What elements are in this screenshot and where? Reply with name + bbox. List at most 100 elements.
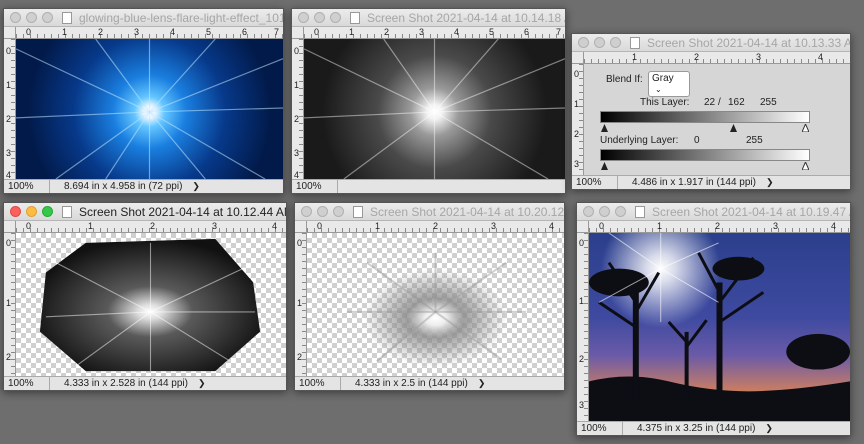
horizontal-ruler[interactable]: 0 1 2 3 4 [589, 221, 850, 233]
ruler-label: 2 [150, 221, 156, 231]
zoom-level[interactable]: 100% [4, 180, 50, 193]
ruler-corner [4, 221, 16, 233]
close-button[interactable] [301, 206, 312, 217]
document-size: 4.486 in x 1.917 in (144 ppi) [632, 177, 756, 188]
underlying-high-value: 255 [746, 135, 763, 146]
image-canvas[interactable] [589, 233, 850, 421]
window-sunset-trees[interactable]: Screen Shot 2021-04-14 at 10.19.47 AM...… [576, 202, 851, 436]
minimize-button[interactable] [26, 12, 37, 23]
chevron-right-icon[interactable]: ❯ [766, 177, 774, 188]
vertical-ruler[interactable]: 0 1 2 3 4 [4, 39, 16, 180]
title-bar[interactable]: glowing-blue-lens-flare-light-effect_101… [4, 9, 283, 27]
ruler-label: 0 [294, 46, 300, 56]
close-button[interactable] [578, 37, 589, 48]
ruler-label: 3 [212, 221, 218, 231]
chevron-right-icon[interactable]: ❯ [198, 378, 206, 389]
horizontal-ruler[interactable]: 0 1 2 3 4 [16, 221, 286, 233]
ruler-label: 3 [756, 52, 762, 62]
horizontal-ruler[interactable]: 1 2 3 4 [584, 52, 850, 64]
zoom-button[interactable] [615, 206, 626, 217]
ruler-label: 0 [599, 221, 605, 231]
ruler-label: 2 [297, 352, 303, 362]
zoom-level[interactable]: 100% [292, 180, 338, 193]
zoom-button[interactable] [330, 12, 341, 23]
ruler-label: 0 [6, 238, 12, 248]
horizontal-ruler[interactable]: 0 1 2 3 4 5 6 7 [16, 27, 283, 39]
ruler-label: 1 [632, 52, 638, 62]
ruler-label: 3 [134, 27, 140, 37]
close-button[interactable] [583, 206, 594, 217]
close-button[interactable] [10, 206, 21, 217]
ruler-label: 0 [26, 221, 32, 231]
ruler-label: 1 [62, 27, 68, 37]
ruler-label: 6 [524, 27, 530, 37]
zoom-level[interactable]: 100% [4, 377, 50, 390]
ruler-label: 3 [491, 221, 497, 231]
chevron-right-icon[interactable]: ❯ [765, 423, 773, 434]
horizontal-ruler[interactable]: 0 1 2 3 4 5 6 7 [304, 27, 565, 39]
hexagon-flare-shape [39, 238, 261, 372]
window-gray-flare[interactable]: Screen Shot 2021-04-14 at 10.14.18 AM...… [291, 8, 566, 194]
this-layer-low-right-thumb[interactable] [730, 124, 737, 132]
title-bar[interactable]: Screen Shot 2021-04-14 at 10.14.18 AM...… [292, 9, 565, 27]
image-canvas[interactable] [304, 39, 565, 179]
zoom-level[interactable]: 100% [295, 377, 341, 390]
title-bar[interactable]: Screen Shot 2021-04-14 at 10.20.12 AM...… [295, 203, 564, 221]
minimize-button[interactable] [594, 37, 605, 48]
ruler-label: 2 [6, 352, 12, 362]
chevron-right-icon[interactable]: ❯ [192, 181, 200, 192]
title-bar[interactable]: Screen Shot 2021-04-14 at 10.13.33 AM.p.… [572, 34, 850, 52]
close-button[interactable] [298, 12, 309, 23]
underlying-low-thumb[interactable] [601, 162, 608, 170]
this-layer-low-left-thumb[interactable] [601, 124, 608, 132]
zoom-button[interactable] [42, 12, 53, 23]
zoom-button[interactable] [333, 206, 344, 217]
window-faded-flare[interactable]: Screen Shot 2021-04-14 at 10.20.12 AM...… [294, 202, 565, 391]
vertical-ruler[interactable]: 0 1 2 [4, 233, 16, 376]
title-bar[interactable]: Screen Shot 2021-04-14 at 10.19.47 AM...… [577, 203, 850, 221]
ruler-label: 5 [206, 27, 212, 37]
underlying-high-thumb[interactable] [802, 162, 809, 170]
image-canvas[interactable] [307, 233, 564, 376]
document-size: 8.694 in x 4.958 in (72 ppi) [64, 181, 183, 192]
close-button[interactable] [10, 12, 21, 23]
minimize-button[interactable] [314, 12, 325, 23]
window-title: Screen Shot 2021-04-14 at 10.14.18 AM...… [367, 10, 565, 25]
ruler-label: 2 [384, 27, 390, 37]
flare-rays [16, 39, 283, 179]
document-size: 4.333 in x 2.5 in (144 ppi) [355, 378, 468, 389]
ruler-label: 2 [694, 52, 700, 62]
ruler-label: 0 [579, 238, 585, 248]
window-hexagon-flare[interactable]: Screen Shot 2021-04-14 at 10.12.44 AM...… [3, 202, 287, 391]
ruler-label: 4 [549, 221, 555, 231]
minimize-button[interactable] [317, 206, 328, 217]
image-canvas[interactable] [16, 233, 286, 376]
zoom-button[interactable] [42, 206, 53, 217]
vertical-ruler[interactable]: 0 1 2 3 [572, 64, 584, 175]
minimize-button[interactable] [599, 206, 610, 217]
blend-if-select[interactable]: Gray ⌄ [648, 71, 690, 97]
ruler-label: 2 [579, 354, 585, 364]
window-blend-if[interactable]: Screen Shot 2021-04-14 at 10.13.33 AM.p.… [571, 33, 851, 190]
ruler-label: 2 [574, 129, 580, 139]
zoom-button[interactable] [610, 37, 621, 48]
this-layer-gradient [600, 111, 810, 123]
chevron-right-icon[interactable]: ❯ [478, 378, 486, 389]
vertical-ruler[interactable]: 0 1 2 3 4 [292, 39, 304, 180]
image-canvas[interactable] [16, 39, 283, 179]
blend-if-panel: Blend If: Gray ⌄ This Layer: 22 / 162 25… [584, 64, 850, 175]
zoom-level[interactable]: 100% [572, 176, 618, 189]
this-layer-high-thumb[interactable] [802, 124, 809, 132]
title-bar[interactable]: Screen Shot 2021-04-14 at 10.12.44 AM...… [4, 203, 286, 221]
ruler-corner [577, 221, 589, 233]
ruler-label: 0 [574, 69, 580, 79]
vertical-ruler[interactable]: 0 1 2 3 [577, 233, 589, 421]
ruler-label: 2 [433, 221, 439, 231]
minimize-button[interactable] [26, 206, 37, 217]
ruler-label: 0 [297, 238, 303, 248]
horizontal-ruler[interactable]: 0 1 2 3 4 [307, 221, 564, 233]
window-blue-flare[interactable]: glowing-blue-lens-flare-light-effect_101… [3, 8, 284, 194]
window-title: Screen Shot 2021-04-14 at 10.13.33 AM.p.… [647, 35, 850, 50]
zoom-level[interactable]: 100% [577, 422, 623, 435]
vertical-ruler[interactable]: 0 1 2 [295, 233, 307, 376]
